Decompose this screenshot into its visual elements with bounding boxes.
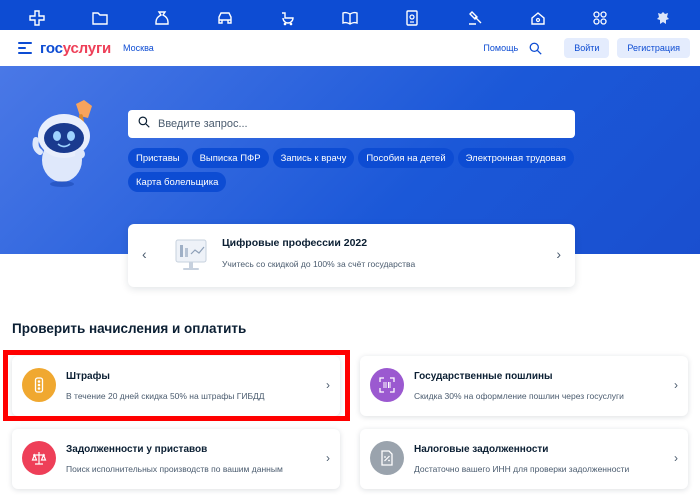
stroller-icon[interactable]: [276, 7, 298, 29]
search-field-icon: [138, 115, 150, 133]
scales-icon: [22, 441, 56, 475]
promo-card[interactable]: ‹ Цифровые профессии 2022 Учитесь со ски…: [128, 224, 575, 287]
help-link[interactable]: Помощь: [483, 43, 518, 53]
chip-elektronnaya-trudovaya[interactable]: Электронная трудовая: [457, 148, 574, 168]
section-title: Проверить начисления и оплатить: [12, 321, 247, 336]
card-tax-debts[interactable]: Налоговые задолженности Достаточно вашег…: [360, 429, 688, 489]
logo-part-uslugi: услуги: [62, 39, 112, 57]
book-icon[interactable]: [339, 7, 361, 29]
card-state-fees[interactable]: Государственные пошлины Скидка 30% на оф…: [360, 356, 688, 416]
chip-vypiska-pfr[interactable]: Выписка ПФР: [191, 148, 269, 168]
card-subtitle: Скидка 30% на оформление пошлин через го…: [414, 391, 624, 401]
register-button[interactable]: Регистрация: [617, 38, 690, 58]
chip-posobiya-na-detey[interactable]: Пособия на детей: [358, 148, 454, 168]
medical-cross-icon[interactable]: [26, 7, 48, 29]
logo-part-gos: гос: [40, 39, 63, 57]
car-icon[interactable]: [214, 7, 236, 29]
promo-subtitle: Учитесь со скидкой до 100% за счёт госуд…: [222, 259, 416, 269]
promo-monitor-illustration: [172, 236, 212, 274]
quick-links: Приставы Выписка ПФР Запись к врачу Посо…: [128, 148, 588, 192]
chip-karta-bolelshchika[interactable]: Карта болельщика: [128, 172, 227, 192]
court-hammer-icon[interactable]: [464, 7, 486, 29]
passport-icon[interactable]: [401, 7, 423, 29]
card-bailiff-debts[interactable]: Задолженности у приставов Поиск исполнит…: [12, 429, 340, 489]
chip-pristavy[interactable]: Приставы: [128, 148, 188, 168]
promo-prev-icon[interactable]: ‹: [142, 246, 147, 262]
grid-icon[interactable]: [589, 7, 611, 29]
card-title: Государственные пошлины: [414, 371, 553, 382]
house-icon[interactable]: [527, 7, 549, 29]
search-input[interactable]: Введите запрос...: [128, 110, 575, 138]
site-header: гос услуги Москва Помощь Войти Регистраци…: [0, 30, 700, 66]
highlight-box: [3, 350, 350, 421]
robot-mascot-illustration: [26, 96, 104, 188]
card-title: Задолженности у приставов: [66, 444, 208, 455]
login-button[interactable]: Войти: [564, 38, 610, 58]
search-placeholder: Введите запрос...: [158, 118, 248, 130]
emblem-icon[interactable]: [652, 7, 674, 29]
barcode-scan-icon: [370, 368, 404, 402]
chevron-right-icon: ›: [674, 451, 678, 465]
card-title: Налоговые задолженности: [414, 444, 549, 455]
search-icon[interactable]: [526, 39, 544, 57]
menu-icon[interactable]: [18, 42, 32, 54]
tax-document-icon: [370, 441, 404, 475]
chip-zapis-k-vrachu[interactable]: Запись к врачу: [272, 148, 355, 168]
folder-icon[interactable]: [89, 7, 111, 29]
region-selector[interactable]: Москва: [123, 43, 154, 53]
chevron-right-icon: ›: [674, 378, 678, 392]
gosuslugi-logo[interactable]: гос услуги: [40, 40, 111, 57]
card-subtitle: Поиск исполнительных производств по ваши…: [66, 464, 283, 474]
money-bag-icon[interactable]: [151, 7, 173, 29]
promo-next-icon[interactable]: ›: [556, 246, 561, 262]
chevron-right-icon: ›: [326, 451, 330, 465]
card-subtitle: Достаточно вашего ИНН для проверки задол…: [414, 464, 630, 474]
promo-title: Цифровые профессии 2022: [222, 237, 368, 249]
